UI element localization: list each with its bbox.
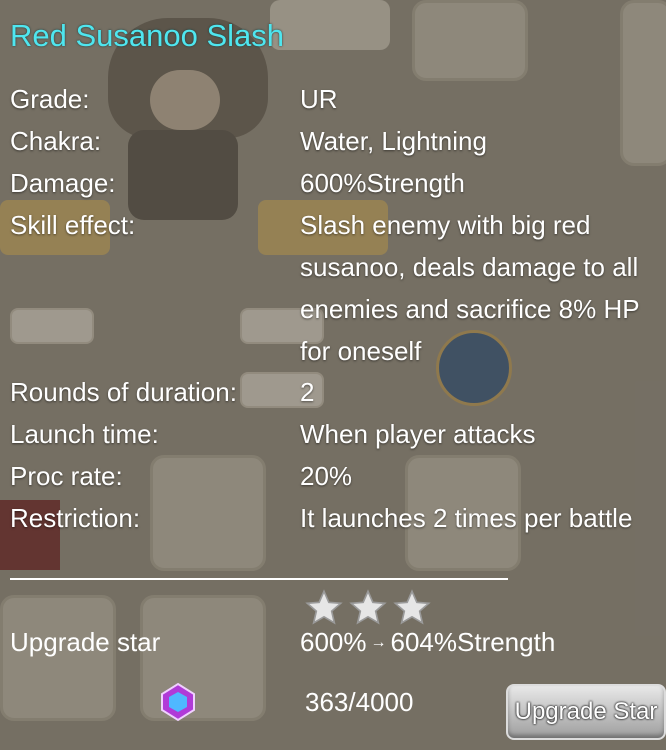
chakra-label: Chakra: <box>10 126 102 156</box>
star-icon <box>393 589 431 625</box>
proc-rate-label: Proc rate: <box>10 461 123 491</box>
launch-time-value: When player attacks <box>300 419 536 449</box>
launch-time-row: Launch time: When player attacks <box>10 413 645 455</box>
upgrade-star-button[interactable]: Upgrade Star <box>506 684 666 740</box>
star-icon <box>349 589 387 625</box>
upgrade-star-button-label: Upgrade Star <box>514 698 658 725</box>
upgrade-star-label: Upgrade star <box>10 627 161 657</box>
launch-time-label: Launch time: <box>10 419 159 449</box>
upgrade-to-value: 604%Strength <box>390 627 556 657</box>
restriction-label: Restriction: <box>10 503 141 533</box>
damage-value: 600%Strength <box>300 168 465 198</box>
skill-effect-row: Skill effect: Slash enemy with big red s… <box>10 204 645 372</box>
restriction-value: It launches 2 times per battle <box>300 503 633 533</box>
star-rating <box>304 588 432 628</box>
upgrade-progress: 363/4000 <box>305 687 414 717</box>
damage-row: Damage: 600%Strength <box>10 162 645 204</box>
skill-effect-label: Skill effect: <box>10 210 136 240</box>
divider <box>10 578 508 580</box>
chakra-value: Water, Lightning <box>300 126 487 156</box>
proc-rate-value: 20% <box>300 461 353 491</box>
star-icon <box>305 589 343 625</box>
chakra-row: Chakra: Water, Lightning <box>10 120 645 162</box>
restriction-row: Restriction: It launches 2 times per bat… <box>10 497 645 539</box>
skill-tooltip: Red Susanoo Slash Grade: UR Chakra: Wate… <box>0 0 666 750</box>
rounds-row: Rounds of duration: 2 <box>10 371 645 413</box>
rounds-label: Rounds of duration: <box>10 377 237 407</box>
grade-row: Grade: UR <box>10 78 645 120</box>
grade-value: UR <box>300 84 338 114</box>
grade-label: Grade: <box>10 84 90 114</box>
rounds-value: 2 <box>300 377 315 407</box>
arrow-right-icon: → <box>370 633 387 651</box>
skill-effect-value: Slash enemy with big red susanoo, deals … <box>300 210 640 366</box>
upgrade-from-value: 600% <box>300 627 367 657</box>
skill-title: Red Susanoo Slash <box>10 18 285 53</box>
proc-rate-row: Proc rate: 20% <box>10 455 645 497</box>
purple-gem-icon <box>161 682 195 722</box>
upgrade-star-value: 600% → 604%Strength <box>300 627 555 658</box>
damage-label: Damage: <box>10 168 116 198</box>
